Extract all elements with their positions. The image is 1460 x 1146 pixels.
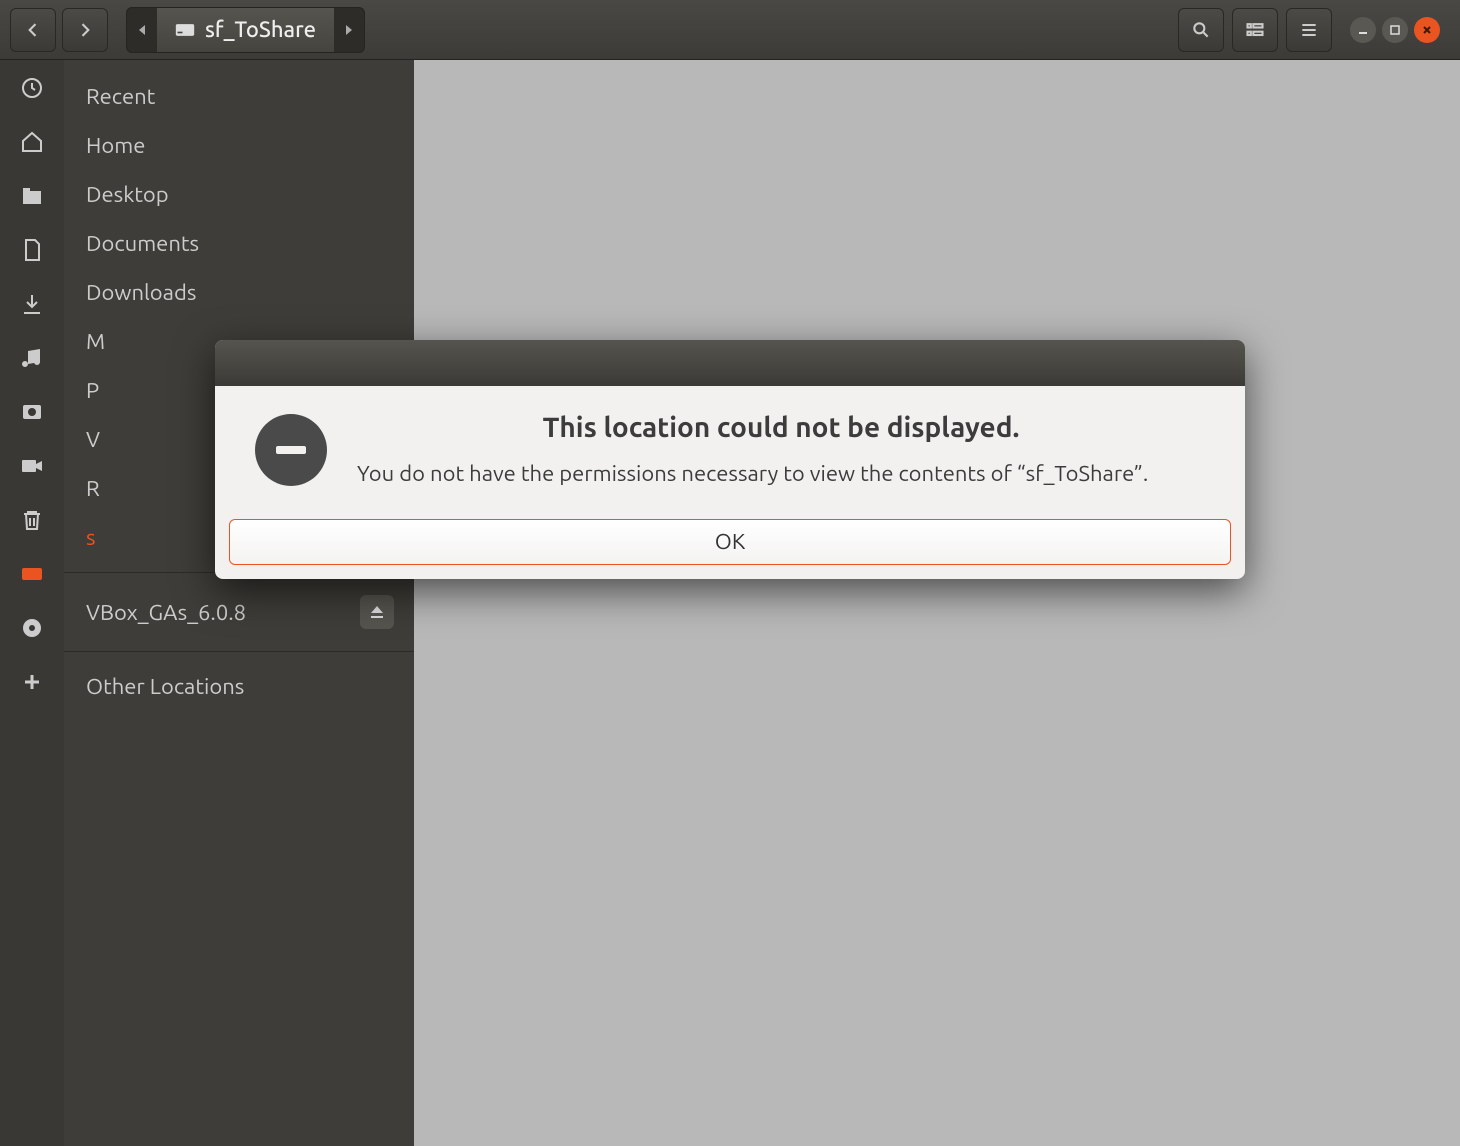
header-toolbar: sf_ToShare [0, 0, 1460, 60]
main-body: Recent Home Desktop Documents Downloads … [0, 60, 1460, 1146]
breadcrumb-label: sf_ToShare [205, 17, 316, 42]
recent-icon[interactable] [18, 74, 46, 102]
sidebar-item-home[interactable]: Home [64, 121, 414, 170]
desktop-icon[interactable] [18, 182, 46, 210]
dialog-message: You do not have the permissions necessar… [357, 459, 1205, 489]
chevron-left-icon [23, 20, 43, 40]
launcher-bar [0, 60, 64, 1146]
list-view-icon [1245, 20, 1265, 40]
minimize-icon [1357, 24, 1369, 36]
places-sidebar: Recent Home Desktop Documents Downloads … [64, 60, 414, 1146]
music-icon[interactable] [18, 344, 46, 372]
error-icon [255, 414, 327, 486]
dialog-text: This location could not be displayed. Yo… [357, 410, 1205, 489]
downloads-icon[interactable] [18, 290, 46, 318]
chevron-right-icon [75, 20, 95, 40]
forward-button[interactable] [62, 8, 108, 52]
breadcrumb-current[interactable]: sf_ToShare [157, 8, 334, 52]
menu-button[interactable] [1286, 8, 1332, 52]
window-controls [1350, 17, 1440, 43]
sidebar-item-label: Downloads [86, 280, 196, 305]
breadcrumb-next[interactable] [334, 23, 364, 37]
maximize-icon [1389, 24, 1401, 36]
sidebar-item-label: VBox_GAs_6.0.8 [86, 600, 246, 625]
documents-icon[interactable] [18, 236, 46, 264]
drive-icon [175, 21, 195, 39]
breadcrumb-prev[interactable] [127, 23, 157, 37]
breadcrumb: sf_ToShare [126, 7, 365, 53]
sidebar-item-label: R [86, 476, 100, 501]
eject-button[interactable] [360, 595, 394, 629]
view-mode-button[interactable] [1232, 8, 1278, 52]
dialog-titlebar[interactable] [215, 340, 1245, 386]
close-icon [1421, 24, 1433, 36]
minimize-button[interactable] [1350, 17, 1376, 43]
ok-button[interactable]: OK [229, 519, 1231, 565]
hamburger-icon [1299, 20, 1319, 40]
sidebar-item-label: Recent [86, 84, 155, 109]
sidebar-item-label: P [86, 378, 99, 403]
search-icon [1191, 20, 1211, 40]
triangle-left-icon [136, 23, 148, 37]
videos-icon[interactable] [18, 452, 46, 480]
sidebar-item-label: Other Locations [86, 674, 244, 699]
sidebar-separator [64, 651, 414, 652]
back-button[interactable] [10, 8, 56, 52]
maximize-button[interactable] [1382, 17, 1408, 43]
trash-icon[interactable] [18, 506, 46, 534]
sidebar-item-recent[interactable]: Recent [64, 72, 414, 121]
toolbar-right [1178, 8, 1440, 52]
sidebar-item-label: Home [86, 133, 145, 158]
nav-group [10, 8, 108, 52]
dialog-actions: OK [215, 519, 1245, 579]
eject-icon [369, 604, 385, 620]
sidebar-item-other[interactable]: Other Locations [64, 662, 414, 711]
triangle-right-icon [343, 23, 355, 37]
sidebar-item-downloads[interactable]: Downloads [64, 268, 414, 317]
sidebar-item-label: Documents [86, 231, 199, 256]
dialog-body: This location could not be displayed. Yo… [215, 386, 1245, 519]
sidebar-item-mount[interactable]: VBox_GAs_6.0.8 [64, 583, 414, 641]
sidebar-item-label: s [86, 525, 96, 550]
sidebar-item-desktop[interactable]: Desktop [64, 170, 414, 219]
share-icon[interactable] [18, 560, 46, 588]
sidebar-item-label: Desktop [86, 182, 169, 207]
sidebar-item-documents[interactable]: Documents [64, 219, 414, 268]
dialog-title: This location could not be displayed. [357, 412, 1205, 443]
sidebar-item-label: M [86, 329, 105, 354]
sidebar-item-label: V [86, 427, 100, 452]
disc-icon[interactable] [18, 614, 46, 642]
pictures-icon[interactable] [18, 398, 46, 426]
error-dialog: This location could not be displayed. Yo… [215, 340, 1245, 579]
home-icon[interactable] [18, 128, 46, 156]
content-area [414, 60, 1460, 1146]
close-button[interactable] [1414, 17, 1440, 43]
search-button[interactable] [1178, 8, 1224, 52]
other-locations-icon[interactable] [18, 668, 46, 696]
